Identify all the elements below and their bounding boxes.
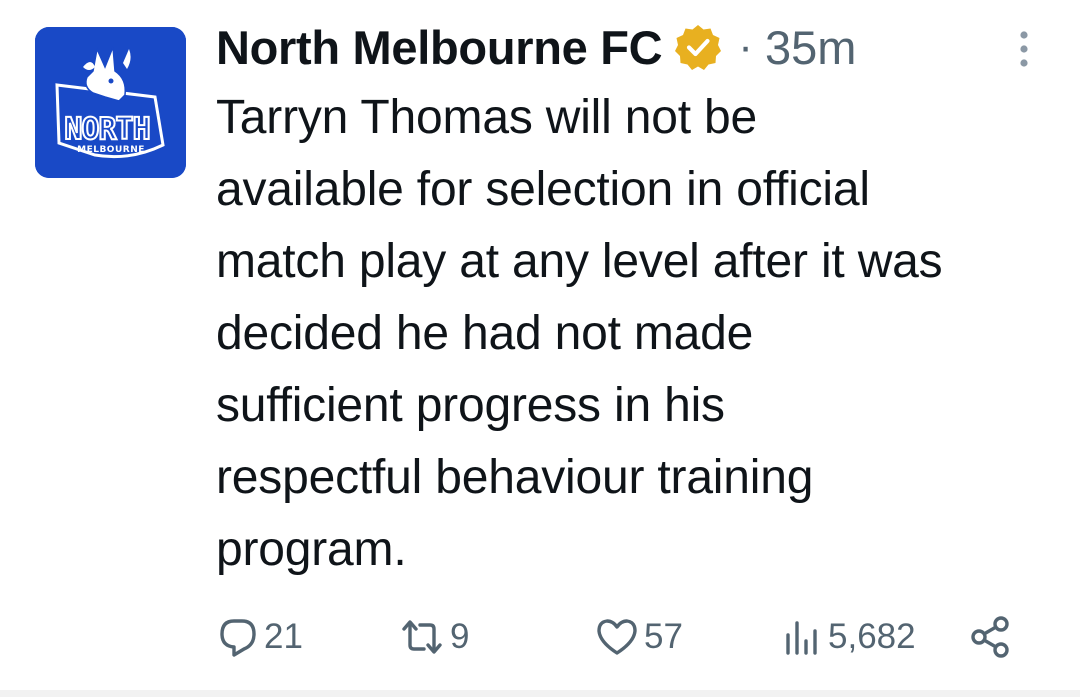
tweet-text: Tarryn Thomas will not be available for … <box>216 91 943 576</box>
tweet-header: North Melbourne FC · 35m <box>216 12 856 82</box>
timestamp[interactable]: 35m <box>765 20 856 75</box>
north-melbourne-logo: NORTH MELBOURNE <box>35 27 186 178</box>
views-button[interactable]: 5,682 <box>780 612 916 662</box>
svg-text:NORTH: NORTH <box>64 112 149 147</box>
verified-badge-icon <box>674 23 722 71</box>
views-icon <box>780 615 824 659</box>
svg-text:MELBOURNE: MELBOURNE <box>77 145 145 155</box>
divider <box>0 690 1080 697</box>
reply-count: 21 <box>264 617 303 656</box>
reply-icon <box>216 615 260 659</box>
share-button[interactable] <box>968 612 1014 662</box>
tweet: NORTH MELBOURNE North Melbourne FC · 35m… <box>0 0 1080 697</box>
display-name[interactable]: North Melbourne FC <box>216 20 663 75</box>
avatar[interactable]: NORTH MELBOURNE <box>35 27 186 178</box>
reply-button[interactable]: 21 <box>216 612 303 662</box>
like-count: 57 <box>644 617 683 656</box>
like-icon <box>594 615 640 659</box>
like-button[interactable]: 57 <box>594 612 683 662</box>
views-count: 5,682 <box>828 617 916 656</box>
retweet-icon <box>398 615 446 659</box>
tweet-actions: 21 9 57 5,682 <box>214 612 1034 662</box>
retweet-button[interactable]: 9 <box>398 612 469 662</box>
more-options-icon[interactable] <box>1012 28 1036 72</box>
separator-dot: · <box>738 22 753 71</box>
share-icon <box>968 614 1014 660</box>
retweet-count: 9 <box>450 617 470 656</box>
